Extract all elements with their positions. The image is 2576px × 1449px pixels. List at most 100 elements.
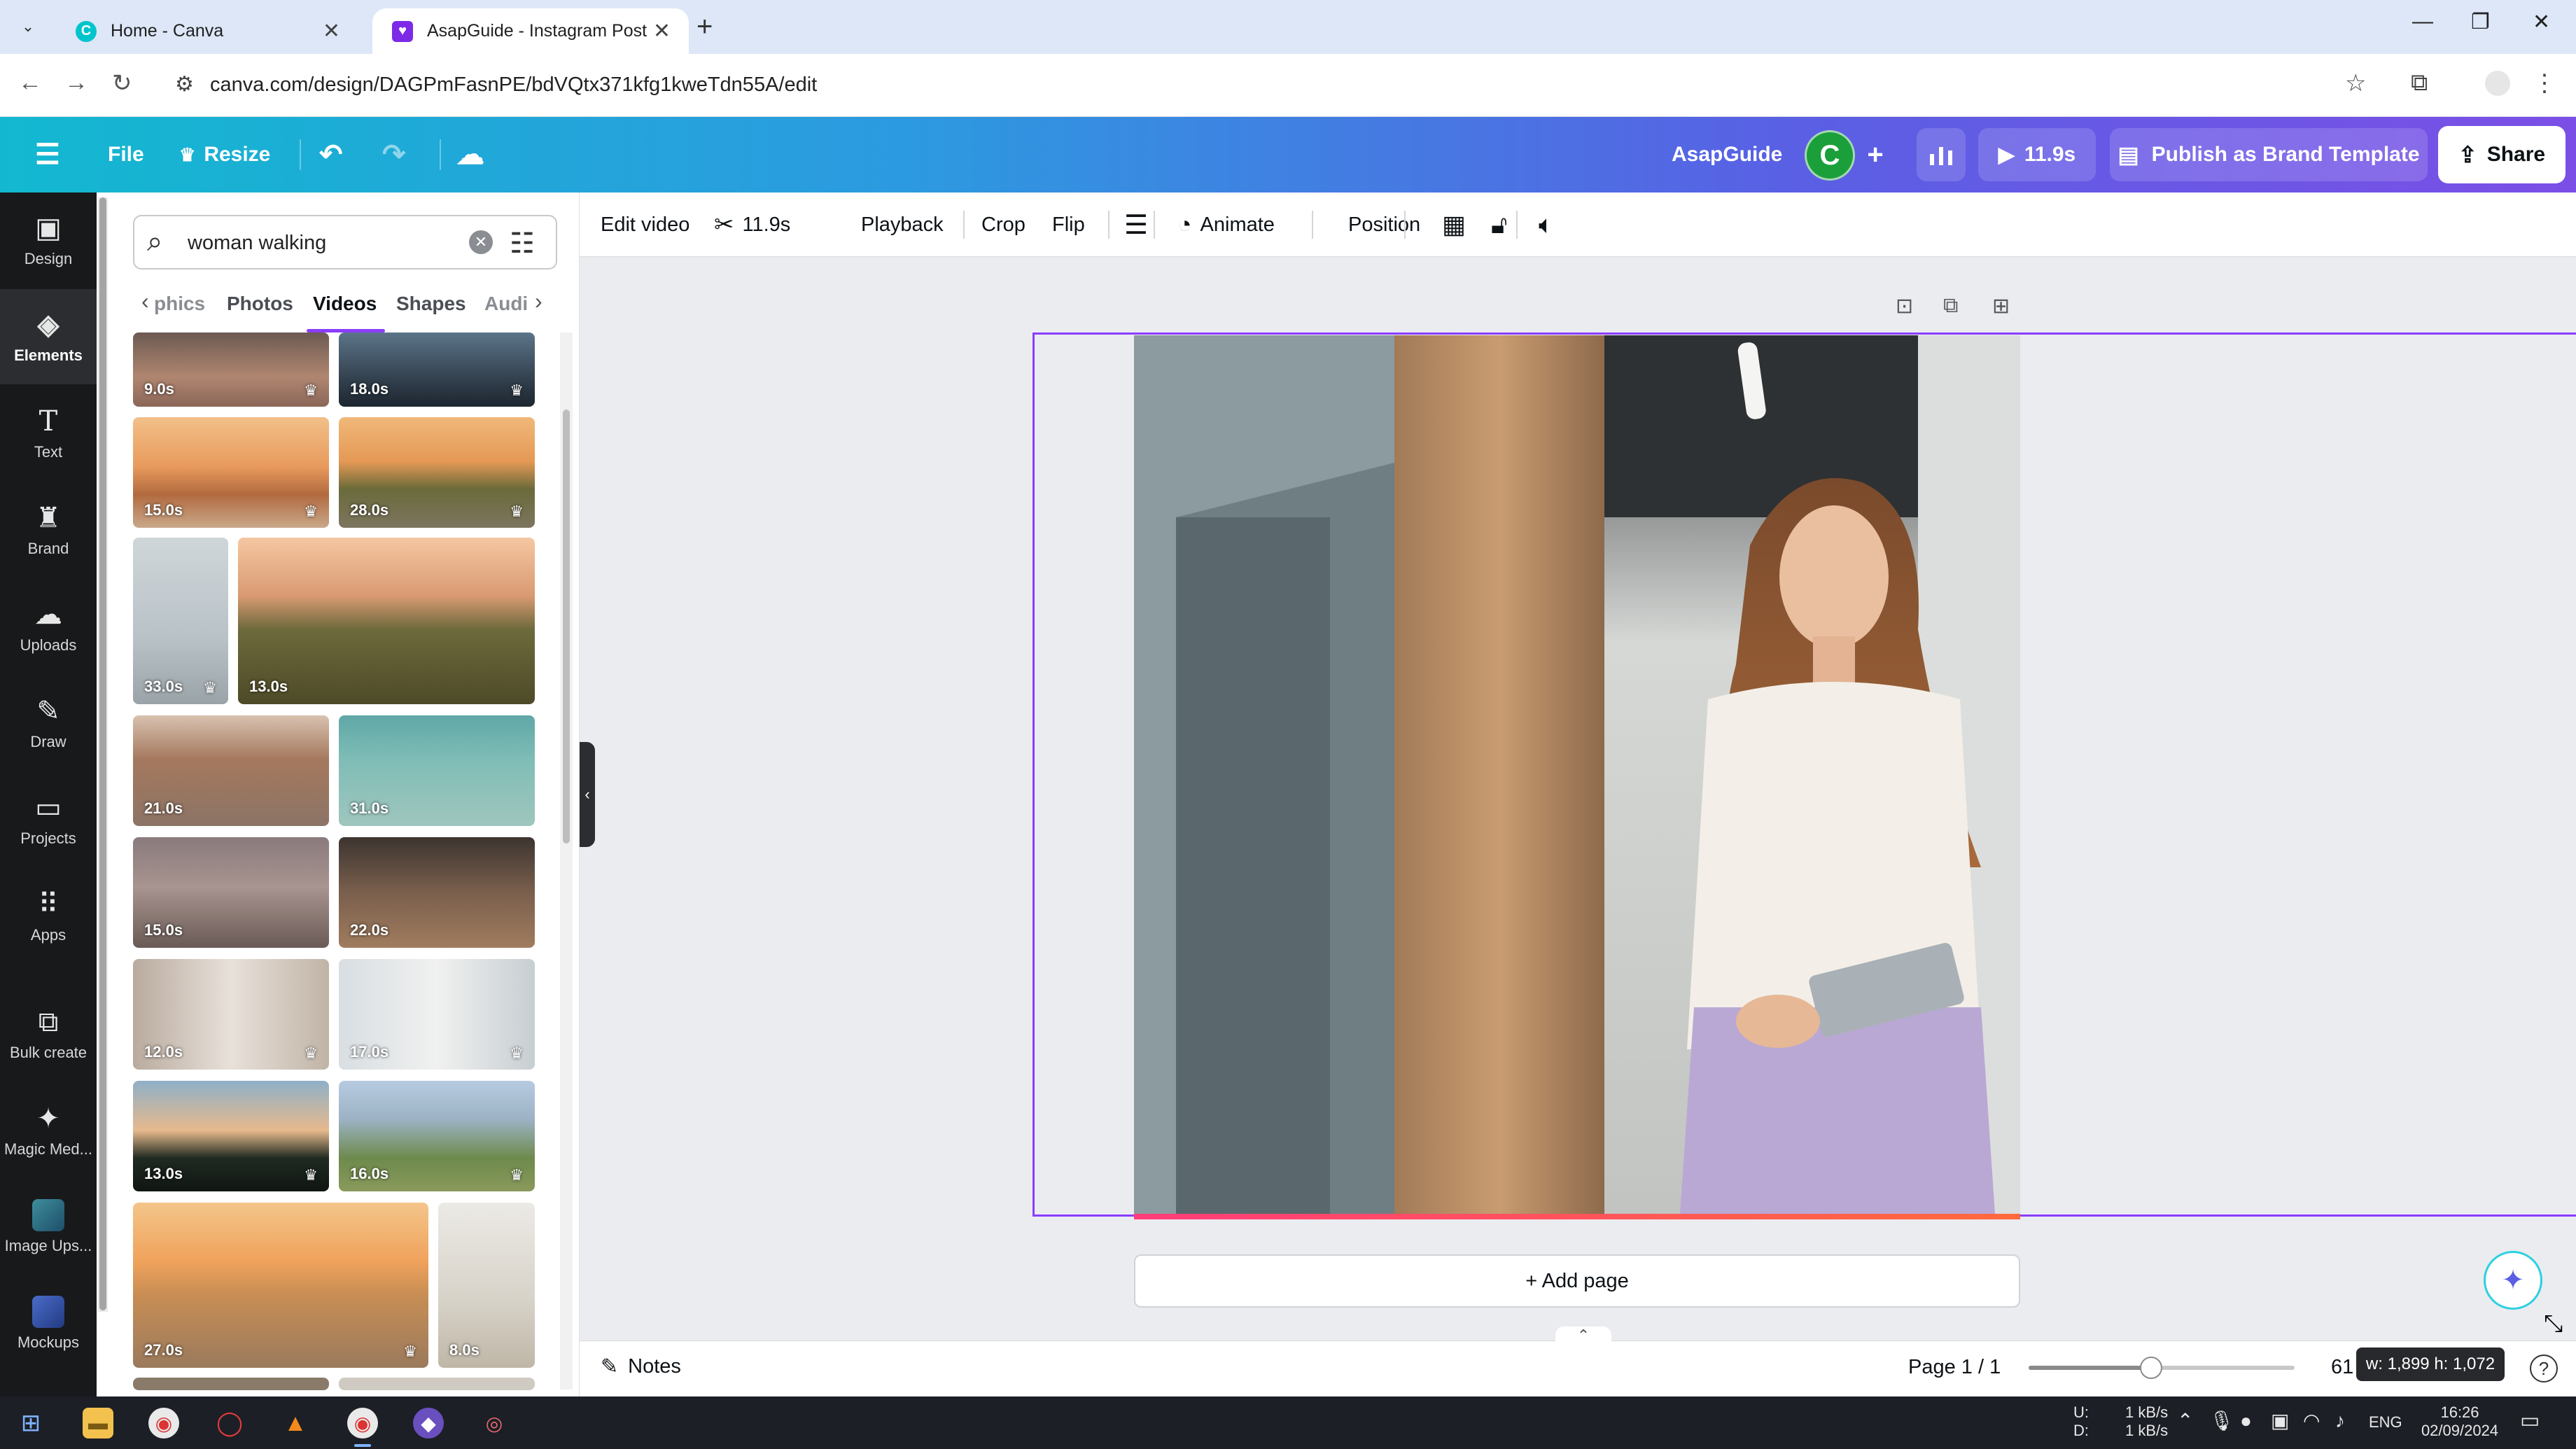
position-button[interactable]: Position (1348, 192, 1420, 257)
volume-tray-icon[interactable]: ♪ (2335, 1411, 2345, 1431)
extensions-icon[interactable]: ⧉ (2411, 69, 2428, 97)
panel-scrollbar-thumb[interactable] (563, 410, 570, 844)
video-thumbnail[interactable]: 17.0s ♛ (339, 959, 535, 1070)
chrome-active-icon[interactable]: ◉ (347, 1408, 378, 1447)
rail-item-projects[interactable]: ▭ Projects (0, 772, 97, 867)
chrome-icon[interactable]: ◉ (148, 1408, 179, 1438)
show-pages-caret-icon[interactable]: ⌃ (1555, 1326, 1611, 1344)
redo-icon[interactable]: ↷ (382, 117, 406, 192)
present-play-button[interactable]: ▶ 11.9s (1978, 128, 2096, 181)
rail-item-bulk-create[interactable]: ⧉ Bulk create (0, 986, 97, 1082)
filter-icon[interactable]: ☷ (510, 227, 535, 260)
main-menu-icon[interactable]: ☰ (35, 117, 60, 192)
video-thumbnail[interactable]: 8.0s (438, 1203, 535, 1368)
browser-tab-home[interactable]: C Home - Canva ✕ (56, 8, 358, 54)
video-thumbnail[interactable]: 31.0s (339, 715, 535, 826)
rail-item-magic-media[interactable]: ✦ Magic Med... (0, 1083, 97, 1178)
video-timeline-bar[interactable] (1134, 1214, 2020, 1219)
rail-scrollbar-thumb[interactable] (99, 197, 106, 1310)
video-thumbnail[interactable]: 27.0s ♛ (133, 1203, 428, 1368)
lock-page-icon[interactable]: ⊡ (1896, 294, 1913, 318)
lock-icon[interactable]: 🔓︎ (1491, 192, 1507, 257)
panel-scrollbar[interactable] (560, 332, 573, 1390)
new-tab-icon[interactable]: + (696, 11, 713, 43)
notes-button[interactable]: ✎ Notes (601, 1354, 681, 1379)
video-thumbnail[interactable] (133, 1378, 329, 1390)
rail-item-text[interactable]: T Text (0, 386, 97, 481)
user-avatar[interactable]: C (1805, 130, 1855, 181)
rail-item-elements[interactable]: ◈ Elements (0, 289, 97, 384)
video-thumbnail[interactable]: 15.0s ♛ (133, 417, 329, 528)
zoom-value[interactable]: 61 (2331, 1356, 2353, 1379)
window-close-icon[interactable]: ✕ (2533, 10, 2550, 34)
video-thumbnail[interactable]: 22.0s (339, 837, 535, 948)
add-collaborator-icon[interactable]: + (1851, 128, 1900, 181)
bookmark-star-icon[interactable]: ☆ (2345, 69, 2366, 97)
video-thumbnail[interactable]: 13.0s ♛ (133, 1081, 329, 1191)
border-style-icon[interactable]: ☰ (1124, 192, 1148, 257)
vlc-icon[interactable]: ▲ (280, 1408, 311, 1438)
animate-button[interactable]: ◔ Animate (1177, 192, 1275, 257)
show-hidden-icons-icon[interactable]: ⌃ (2177, 1411, 2193, 1431)
url-field[interactable]: canva.com/design/DAGPmFasnPE/bdVQtx371kf… (210, 74, 817, 97)
video-thumbnail[interactable]: 16.0s ♛ (339, 1081, 535, 1191)
clock[interactable]: 16:26 02/09/2024 (2418, 1404, 2502, 1440)
duplicate-page-icon[interactable]: ⧉ (1943, 294, 1958, 318)
tab-close-icon[interactable]: ✕ (653, 19, 671, 43)
tabs-scroll-left-icon[interactable]: ‹ (141, 288, 149, 314)
video-thumbnail[interactable]: 9.0s ♛ (133, 332, 329, 407)
page-count[interactable]: Page 1 / 1 (1908, 1356, 2001, 1379)
rail-item-design[interactable]: ▣ Design (0, 192, 97, 288)
video-thumbnail[interactable]: 15.0s (133, 837, 329, 948)
tab-photos[interactable]: Photos (227, 293, 293, 315)
file-menu-button[interactable]: File (108, 117, 144, 192)
back-icon[interactable]: ← (18, 69, 42, 97)
rail-item-mockups[interactable]: Mockups (0, 1276, 97, 1371)
rail-item-apps[interactable]: ⠿ Apps (0, 869, 97, 964)
tabs-scroll-right-icon[interactable]: › (535, 288, 542, 314)
flip-button[interactable]: Flip (1052, 192, 1085, 257)
video-thumbnail[interactable]: 33.0s ♛ (133, 538, 228, 704)
add-page-button[interactable]: + Add page (1134, 1254, 2020, 1308)
tab-graphics[interactable]: phics (154, 293, 205, 315)
video-thumbnail[interactable] (339, 1378, 535, 1390)
tab-close-icon[interactable]: ✕ (323, 19, 340, 43)
tab-search-chevron-icon[interactable]: ⌄ (15, 14, 41, 39)
profile-avatar[interactable] (2485, 71, 2510, 96)
team-name[interactable]: AsapGuide (1672, 117, 1782, 192)
rail-item-draw[interactable]: ✎ Draw (0, 676, 97, 771)
video-thumbnail[interactable]: 13.0s (238, 538, 535, 704)
transparency-icon[interactable]: ▦ (1442, 192, 1466, 257)
rail-item-image-upscaler[interactable]: Image Ups... (0, 1180, 97, 1275)
zoom-slider-handle[interactable] (2139, 1357, 2162, 1379)
tab-videos[interactable]: Videos (313, 293, 377, 315)
cloud-save-icon[interactable]: ☁ (456, 117, 484, 192)
add-page-icon[interactable]: ⊞ (1992, 294, 2010, 318)
recorder-icon[interactable]: ◎ (479, 1408, 510, 1438)
edit-video-button[interactable]: Edit video (601, 192, 690, 257)
crop-button[interactable]: Crop (981, 192, 1026, 257)
video-thumbnail[interactable]: 28.0s ♛ (339, 417, 535, 528)
video-thumbnail[interactable]: 12.0s ♛ (133, 959, 329, 1070)
video-thumbnail[interactable]: 21.0s (133, 715, 329, 826)
resize-button[interactable]: ♛ Resize (179, 117, 270, 192)
playback-button[interactable]: Playback (861, 192, 944, 257)
language-indicator[interactable]: ENG (2369, 1413, 2402, 1432)
notification-icon[interactable]: ▭ (2520, 1410, 2540, 1432)
search-box[interactable]: ⌕ woman walking ✕ ☷ (133, 215, 557, 270)
app-icon[interactable]: ◆ (413, 1408, 444, 1438)
insights-icon[interactable] (1917, 128, 1966, 181)
volume-icon[interactable]: 🔈︎ (1539, 192, 1554, 257)
file-explorer-icon[interactable]: ▬ (83, 1408, 113, 1438)
windows-start-icon[interactable]: ⊞ (15, 1408, 46, 1438)
share-button[interactable]: ⇪ Share (2438, 126, 2566, 183)
rail-item-uploads[interactable]: ☁ Uploads (0, 579, 97, 674)
video-frame-image[interactable] (1134, 335, 2020, 1214)
clear-search-icon[interactable]: ✕ (469, 230, 493, 254)
canva-assistant-sparkle-icon[interactable]: ✦ (2484, 1251, 2542, 1310)
reload-icon[interactable]: ↻ (112, 69, 132, 97)
tray-app-icon[interactable]: ● (2240, 1411, 2252, 1431)
microphone-icon[interactable]: 🎙︎ (2209, 1411, 2234, 1431)
restore-icon[interactable]: ❐ (2471, 10, 2490, 34)
tray-app-icon[interactable]: ▣ (2271, 1411, 2289, 1431)
